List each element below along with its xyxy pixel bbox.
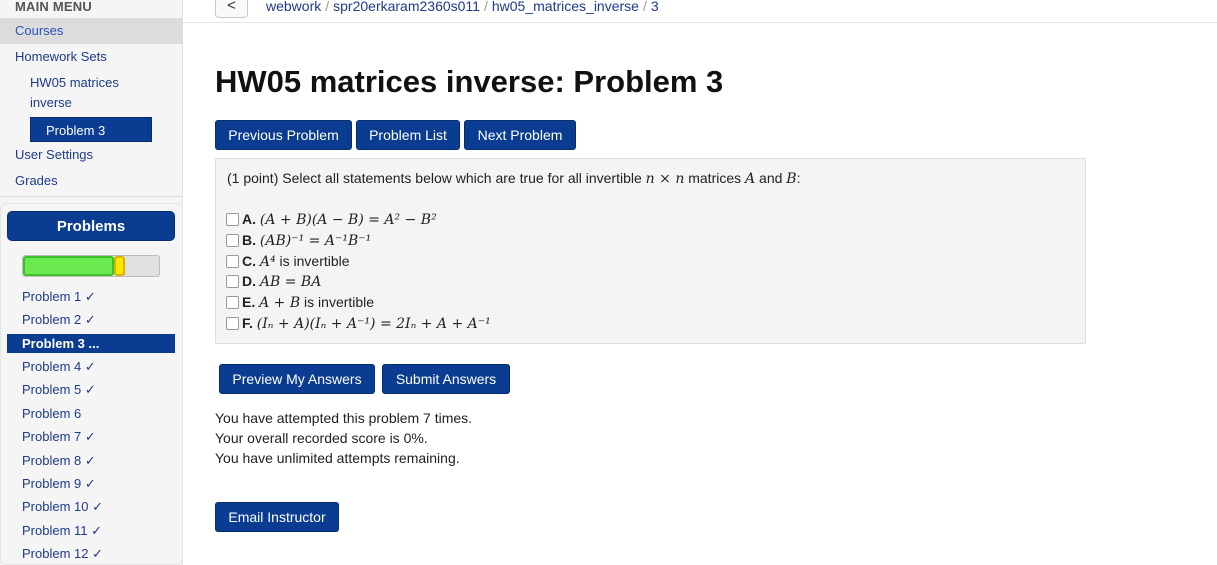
progress-correct [23, 256, 114, 276]
sidebar-item-grades[interactable]: Grades [0, 168, 183, 194]
option-b-checkbox[interactable] [226, 234, 239, 247]
option-e: E. A + B is invertible [226, 292, 374, 312]
breadcrumb-course[interactable]: spr20erkaram2360s011 [333, 0, 480, 14]
breadcrumb-separator: / [325, 0, 330, 14]
problem-list-item[interactable]: Problem 1 ✓ [0, 285, 183, 308]
option-a-checkbox[interactable] [226, 213, 239, 226]
option-c-checkbox[interactable] [226, 255, 239, 268]
problem-list-item[interactable]: Problem 12 ✓ [0, 542, 183, 565]
problem-list-item[interactable]: Problem 5 ✓ [0, 378, 183, 401]
problems-button[interactable]: Problems [7, 211, 175, 241]
option-b: B. (AB)⁻¹ = A⁻¹B⁻¹ [226, 230, 371, 250]
sidebar-item-homework-sets[interactable]: Homework Sets [0, 44, 183, 70]
sidebar-item-current-problem[interactable]: Problem 3 [30, 117, 152, 142]
option-d: D. AB = BA [226, 271, 321, 291]
back-button[interactable]: < [215, 0, 248, 18]
option-e-checkbox[interactable] [226, 296, 239, 309]
previous-problem-button[interactable]: Previous Problem [215, 120, 352, 150]
breadcrumb-separator: / [642, 0, 647, 14]
problem-list-item[interactable]: Problem 7 ✓ [0, 425, 183, 448]
sidebar-item-courses[interactable]: Courses [0, 18, 183, 44]
sidebar-item-user-settings[interactable]: User Settings [0, 142, 183, 168]
page-title: HW05 matrices inverse: Problem 3 [215, 64, 724, 99]
problem-list-item[interactable]: Problem 6 [0, 402, 183, 425]
problem-box: (1 point) Select all statements below wh… [215, 158, 1086, 344]
progress-bar [22, 255, 160, 277]
email-instructor-button[interactable]: Email Instructor [215, 502, 339, 532]
problem-list-item[interactable]: Problem 10 ✓ [0, 495, 183, 518]
option-c: C. A⁴ is invertible [226, 251, 350, 271]
problem-statement: (1 point) Select all statements below wh… [227, 170, 801, 187]
score-message: Your overall recorded score is 0%. [215, 430, 428, 446]
problem-list-button[interactable]: Problem List [356, 120, 460, 150]
breadcrumb-set[interactable]: hw05_matrices_inverse [492, 0, 639, 14]
option-f: F. (Iₙ + A)(Iₙ + A⁻¹) = 2Iₙ + A + A⁻¹ [226, 313, 491, 333]
progress-partial [114, 256, 125, 276]
header-divider [183, 22, 1217, 23]
next-problem-button[interactable]: Next Problem [464, 120, 576, 150]
option-a: A. (A + B)(A − B) = A² − B² [226, 209, 437, 229]
problem-list-item[interactable]: Problem 11 ✓ [0, 519, 183, 542]
breadcrumb-separator: / [483, 0, 488, 14]
remaining-message: You have unlimited attempts remaining. [215, 450, 460, 466]
preview-answers-button[interactable]: Preview My Answers [219, 364, 375, 394]
problem-list-item[interactable]: Problem 8 ✓ [0, 449, 183, 472]
attempts-message: You have attempted this problem 7 times. [215, 410, 473, 426]
sidebar-divider [0, 196, 183, 197]
problem-list-item-current[interactable]: Problem 3 ... [7, 334, 175, 353]
option-f-checkbox[interactable] [226, 317, 239, 330]
option-d-checkbox[interactable] [226, 275, 239, 288]
sidebar-item-set[interactable]: HW05 matrices inverse [0, 73, 150, 117]
chevron-left-icon: < [227, 0, 236, 14]
problem-list-item[interactable]: Problem 4 ✓ [0, 355, 183, 378]
main-menu-header: MAIN MENU [15, 0, 92, 14]
breadcrumb-problem: 3 [650, 0, 659, 14]
problem-list-item[interactable]: Problem 9 ✓ [0, 472, 183, 495]
submit-answers-button[interactable]: Submit Answers [382, 364, 510, 394]
problem-list-item[interactable]: Problem 2 ✓ [0, 308, 183, 331]
breadcrumb-webwork[interactable]: webwork [266, 0, 321, 14]
breadcrumb: webwork / spr20erkaram2360s011/hw05_matric… [266, 0, 659, 14]
